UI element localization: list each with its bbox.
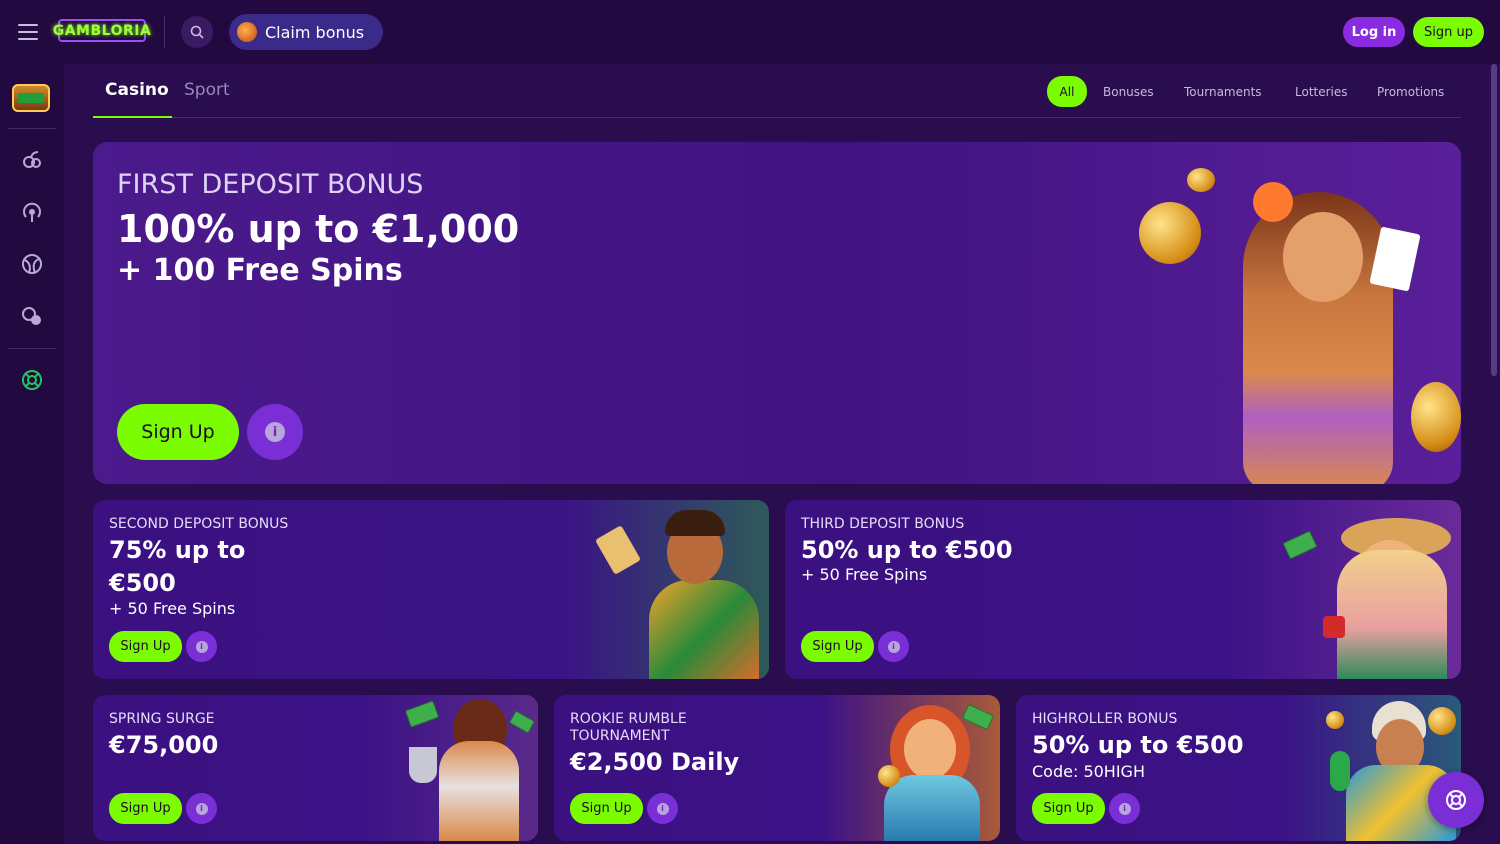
live-broadcast-icon[interactable] bbox=[20, 200, 44, 224]
card-subtitle: THIRD DEPOSIT BONUS bbox=[801, 516, 965, 532]
card-subtitle: SPRING SURGE bbox=[109, 711, 215, 727]
hero-banner: FIRST DEPOSIT BONUS 100% up to €1,000 + … bbox=[93, 142, 1461, 484]
info-icon: i bbox=[195, 640, 208, 653]
hero-info-button[interactable]: i bbox=[247, 404, 303, 460]
hero-title: 100% up to €1,000 bbox=[117, 207, 520, 251]
claim-bonus-button[interactable]: Claim bonus bbox=[229, 14, 383, 50]
card-info-button[interactable]: i bbox=[186, 793, 217, 824]
card-subtitle: ROOKIE RUMBLE bbox=[570, 711, 687, 727]
login-button[interactable]: Log in bbox=[1343, 17, 1405, 47]
signup-button[interactable]: Sign up bbox=[1413, 17, 1484, 47]
card-title: 75% up to bbox=[109, 536, 246, 564]
tab-casino[interactable]: Casino bbox=[105, 80, 169, 100]
scrollbar-thumb[interactable] bbox=[1491, 64, 1497, 376]
claim-bonus-label: Claim bonus bbox=[265, 22, 365, 42]
card-info-button[interactable]: i bbox=[647, 793, 678, 824]
filter-all[interactable]: All bbox=[1047, 76, 1087, 107]
card-title: 50% up to €500 bbox=[801, 536, 1013, 564]
rail-divider bbox=[8, 128, 56, 129]
card-code: Code: 50HIGH bbox=[1032, 762, 1145, 781]
info-icon: i bbox=[656, 802, 669, 815]
card-free-spins: + 50 Free Spins bbox=[801, 565, 928, 584]
search-icon bbox=[190, 25, 204, 39]
card-subtitle: HIGHROLLER BONUS bbox=[1032, 711, 1178, 727]
fruit-icon[interactable] bbox=[20, 148, 44, 172]
card-info-button[interactable]: i bbox=[186, 631, 217, 662]
promo-card-third-deposit: THIRD DEPOSIT BONUS 50% up to €500 + 50 … bbox=[785, 500, 1461, 679]
card-free-spins: + 50 Free Spins bbox=[109, 599, 236, 618]
lifebuoy-icon bbox=[1446, 790, 1466, 810]
search-button[interactable] bbox=[181, 16, 213, 48]
card-info-button[interactable]: i bbox=[1109, 793, 1140, 824]
left-rail bbox=[0, 64, 64, 844]
hero-subtitle: FIRST DEPOSIT BONUS bbox=[117, 169, 424, 200]
card-character-image bbox=[1281, 510, 1461, 679]
rail-divider bbox=[8, 348, 56, 349]
promo-card-second-deposit: SECOND DEPOSIT BONUS 75% up to €500 + 50… bbox=[93, 500, 769, 679]
hero-character-image bbox=[1139, 162, 1461, 484]
card-character-image bbox=[393, 695, 538, 841]
slots-logo-icon[interactable] bbox=[12, 84, 50, 112]
info-icon: i bbox=[1118, 802, 1131, 815]
gamepad-icon[interactable] bbox=[20, 304, 44, 328]
card-info-button[interactable]: i bbox=[878, 631, 909, 662]
filter-tournaments[interactable]: Tournaments bbox=[1184, 76, 1262, 107]
card-signup-button[interactable]: Sign Up bbox=[109, 793, 182, 824]
card-title: €75,000 bbox=[109, 731, 219, 759]
sports-ball-icon[interactable] bbox=[20, 252, 44, 276]
info-icon: i bbox=[265, 422, 285, 442]
site-logo[interactable]: GAMBLORIA bbox=[53, 19, 151, 42]
card-character-image bbox=[860, 695, 1000, 841]
card-signup-button[interactable]: Sign Up bbox=[570, 793, 643, 824]
filter-bonuses[interactable]: Bonuses bbox=[1103, 76, 1154, 107]
hero-free-spins: + 100 Free Spins bbox=[117, 253, 403, 288]
filter-lotteries[interactable]: Lotteries bbox=[1295, 76, 1348, 107]
card-signup-button[interactable]: Sign Up bbox=[109, 631, 182, 662]
card-signup-button[interactable]: Sign Up bbox=[1032, 793, 1105, 824]
menu-icon[interactable] bbox=[18, 24, 38, 40]
card-title: €2,500 Daily bbox=[570, 748, 740, 776]
filter-promotions[interactable]: Promotions bbox=[1377, 76, 1444, 107]
promo-card-rookie-rumble: ROOKIE RUMBLE TOURNAMENT €2,500 Daily Si… bbox=[554, 695, 1000, 841]
lifebuoy-icon[interactable] bbox=[20, 368, 44, 392]
top-bar: GAMBLORIA Claim bonus Log in Sign up bbox=[0, 0, 1500, 64]
gift-icon bbox=[237, 22, 257, 42]
promo-card-highroller: HIGHROLLER BONUS 50% up to €500 Code: 50… bbox=[1016, 695, 1461, 841]
card-character-image bbox=[589, 510, 769, 679]
hero-signup-button[interactable]: Sign Up bbox=[117, 404, 239, 460]
card-subtitle-line2: TOURNAMENT bbox=[570, 728, 670, 744]
card-title: 50% up to €500 bbox=[1032, 731, 1244, 759]
divider bbox=[164, 16, 165, 48]
active-tab-indicator bbox=[93, 116, 172, 118]
info-icon: i bbox=[887, 640, 900, 653]
support-chat-button[interactable] bbox=[1428, 772, 1484, 828]
info-icon: i bbox=[195, 802, 208, 815]
card-subtitle: SECOND DEPOSIT BONUS bbox=[109, 516, 289, 532]
tab-sport[interactable]: Sport bbox=[184, 80, 230, 100]
promo-card-spring-surge: SPRING SURGE €75,000 Sign Up i bbox=[93, 695, 538, 841]
card-title-amount: €500 bbox=[109, 569, 176, 597]
card-signup-button[interactable]: Sign Up bbox=[801, 631, 874, 662]
